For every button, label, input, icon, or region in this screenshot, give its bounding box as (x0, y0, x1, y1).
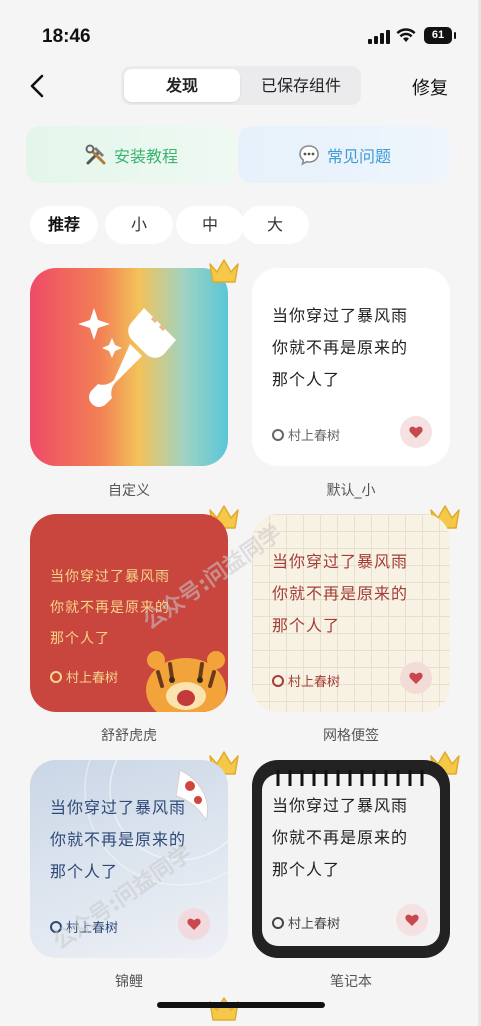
tab-discover[interactable]: 发现 (124, 69, 240, 102)
quote-line: 你就不再是原来的 (272, 338, 409, 357)
heart-icon (405, 914, 419, 926)
faq-label: 常见问题 (326, 146, 391, 166)
widget-card-koi[interactable]: 当你穿过了暴风雨 你就不再是原来的 那个人了 村上春树 (30, 760, 228, 958)
author-icon (272, 674, 284, 687)
quote-line: 当你穿过了暴风雨 (50, 798, 187, 817)
quote-author: 村上春树 (272, 425, 340, 444)
status-bar: 18:46 61 (0, 0, 478, 60)
widget-card-tiger[interactable]: 当你穿过了暴风雨 你就不再是原来的 那个人了 村上春树 (30, 514, 228, 712)
cellular-signal-icon (368, 30, 390, 44)
quote-author: 村上春树 (50, 917, 118, 936)
favorite-button[interactable] (178, 908, 210, 940)
author-name: 村上春树 (288, 917, 341, 932)
quote-line: 当你穿过了暴风雨 (272, 306, 409, 325)
favorite-button[interactable] (400, 662, 432, 694)
widget-card-default-small[interactable]: 当你穿过了暴风雨 你就不再是原来的 那个人了 村上春树 (252, 268, 450, 466)
author-icon (272, 428, 284, 441)
quote-line: 你就不再是原来的 (272, 584, 409, 603)
favorite-button[interactable] (400, 416, 432, 448)
home-indicator[interactable] (157, 1002, 325, 1008)
install-tutorial-button[interactable]: 安装教程 (26, 126, 236, 183)
widget-caption: 网格便签 (323, 728, 379, 744)
wifi-icon (396, 28, 416, 42)
faq-button[interactable]: 常见问题 (238, 126, 450, 183)
filter-medium[interactable]: 中 (176, 206, 244, 244)
quote-line: 你就不再是原来的 (272, 828, 409, 847)
tab-saved-widgets[interactable]: 已保存组件 (243, 69, 359, 102)
widget-card-grid-note[interactable]: 当你穿过了暴风雨 你就不再是原来的 那个人了 村上春树 (252, 514, 450, 712)
quote-author: 村上春树 (50, 667, 118, 686)
battery-indicator: 61 (424, 27, 456, 44)
repair-button[interactable]: 修复 (412, 74, 448, 100)
quote-line: 那个人了 (272, 860, 341, 879)
crown-icon (209, 259, 239, 283)
filter-large[interactable]: 大 (241, 206, 309, 244)
widget-caption: 笔记本 (330, 974, 372, 990)
heart-icon (187, 918, 201, 930)
status-time: 18:46 (42, 26, 91, 47)
widget-caption: 舒舒虎虎 (101, 728, 157, 744)
widget-card-notebook[interactable]: 当你穿过了暴风雨 你就不再是原来的 那个人了 村上春树 (252, 760, 450, 958)
author-icon (272, 916, 284, 929)
author-name: 村上春树 (66, 671, 119, 686)
quote-line: 那个人了 (272, 370, 341, 389)
heart-icon (409, 426, 423, 438)
speech-bubble-icon (299, 144, 319, 166)
quote-line: 你就不再是原来的 (50, 600, 170, 616)
quote-line: 你就不再是原来的 (50, 830, 187, 849)
crown-icon (209, 997, 239, 1021)
quote-author: 村上春树 (272, 671, 340, 690)
widget-caption: 默认_小 (326, 483, 376, 499)
quote-line: 当你穿过了暴风雨 (50, 569, 170, 585)
back-chevron-icon[interactable] (26, 72, 50, 100)
author-icon (50, 920, 62, 933)
author-name: 村上春树 (288, 675, 341, 690)
tiger-illustration (146, 651, 226, 712)
favorite-button[interactable] (396, 904, 428, 936)
segmented-control: 发现 已保存组件 (121, 66, 361, 105)
author-icon (50, 670, 62, 683)
filter-small[interactable]: 小 (105, 206, 173, 244)
tools-icon (85, 144, 106, 164)
paintbrush-icon (78, 308, 176, 407)
heart-icon (409, 672, 423, 684)
install-tutorial-label: 安装教程 (113, 146, 178, 166)
widget-caption: 锦鲤 (115, 974, 143, 990)
quote-author: 村上春树 (272, 913, 340, 932)
author-name: 村上春树 (66, 921, 119, 936)
quote-line: 当你穿过了暴风雨 (272, 796, 409, 815)
filter-recommended[interactable]: 推荐 (30, 206, 98, 244)
author-name: 村上春树 (288, 429, 341, 444)
spiral-binding (276, 770, 424, 786)
quote-line: 当你穿过了暴风雨 (272, 552, 409, 571)
widget-caption: 自定义 (108, 483, 150, 499)
widget-card-custom[interactable] (30, 268, 228, 466)
quote-line: 那个人了 (50, 862, 119, 881)
app-screen: 18:46 61 发现 已保存组件 修复 安装教程 常见问题 推荐 小 中 大 … (0, 0, 481, 1026)
quote-line: 那个人了 (272, 616, 341, 635)
